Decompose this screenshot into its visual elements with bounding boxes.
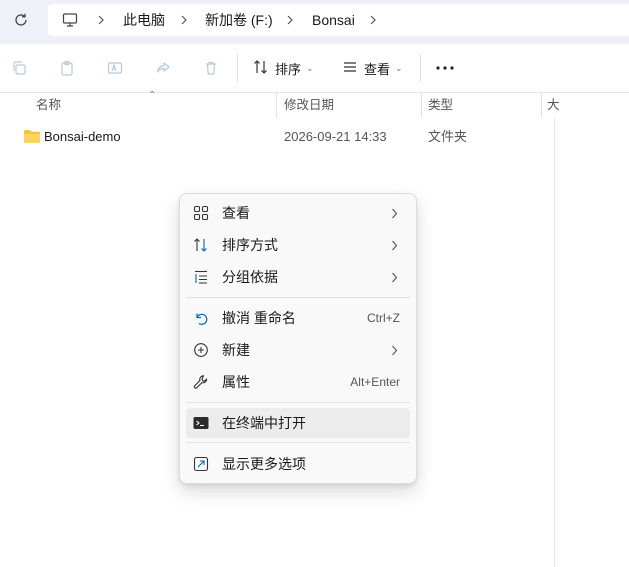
chevron-right-icon — [388, 238, 400, 252]
chevron-down-icon: ⌄ — [306, 62, 314, 73]
column-header-modified[interactable]: 修改日期 — [284, 92, 334, 118]
file-modified: 2026-09-21 14:33 — [284, 129, 387, 144]
terminal-icon — [192, 414, 210, 432]
grid-view-icon — [192, 204, 210, 222]
chevron-right-icon — [388, 270, 400, 284]
breadcrumb-this-pc[interactable]: 此电脑 — [123, 4, 165, 36]
copy-icon[interactable] — [9, 58, 29, 78]
menu-separator — [186, 297, 410, 298]
menu-item-label: 新建 — [222, 342, 250, 358]
wrench-icon — [192, 373, 210, 391]
chevron-right-icon — [388, 206, 400, 220]
folder-icon — [23, 129, 41, 149]
file-type: 文件夹 — [428, 129, 468, 144]
sort-ascending-icon: ⌃ — [148, 90, 157, 101]
address-bar[interactable]: 此电脑 新加卷 (F:) Bonsai — [48, 4, 629, 36]
column-divider[interactable] — [276, 92, 277, 118]
column-divider-line — [554, 118, 555, 567]
address-bar-area: 此电脑 新加卷 (F:) Bonsai — [0, 0, 629, 44]
command-bar: 排序 ⌄ 查看 ⌄ — [0, 44, 629, 93]
breadcrumb-volume-f[interactable]: 新加卷 (F:) — [205, 4, 273, 36]
group-icon — [192, 268, 210, 286]
menu-item-group-by[interactable]: 分组依据 — [186, 262, 410, 292]
delete-icon[interactable] — [201, 58, 221, 78]
menu-separator — [186, 442, 410, 443]
menu-separator — [186, 402, 410, 403]
file-name[interactable]: Bonsai-demo — [44, 126, 121, 148]
rename-icon[interactable] — [105, 58, 125, 78]
menu-item-label: 在终端中打开 — [222, 415, 306, 431]
menu-item-properties[interactable]: 属性 Alt+Enter — [186, 367, 410, 397]
breadcrumb-bonsai[interactable]: Bonsai — [312, 4, 355, 36]
context-menu: 查看 排序方式 分组依据 撤消 重命名 Ctrl+Z 新建 属性 Alt+Ent… — [179, 193, 417, 484]
menu-item-undo-rename[interactable]: 撤消 重命名 Ctrl+Z — [186, 303, 410, 333]
shortcut-text: Ctrl+Z — [367, 311, 400, 325]
sort-icon — [253, 59, 269, 78]
menu-item-label: 分组依据 — [222, 269, 278, 285]
chevron-down-icon: ⌄ — [395, 62, 403, 73]
list-view-icon — [342, 59, 358, 78]
toolbar-divider — [420, 54, 421, 82]
refresh-icon[interactable] — [10, 9, 32, 31]
column-header-size[interactable]: 大 — [547, 92, 560, 118]
column-header-type[interactable]: 类型 — [428, 92, 453, 118]
new-icon — [192, 341, 210, 359]
menu-item-new[interactable]: 新建 — [186, 335, 410, 365]
shortcut-text: Alt+Enter — [350, 375, 400, 389]
menu-item-label: 属性 — [222, 374, 250, 390]
menu-item-label: 查看 — [222, 205, 250, 221]
sort-icon — [192, 236, 210, 254]
menu-item-label: 撤消 重命名 — [222, 310, 296, 326]
toolbar-divider — [237, 54, 238, 82]
more-options-icon[interactable] — [433, 58, 457, 78]
menu-item-show-more-options[interactable]: 显示更多选项 — [186, 449, 410, 479]
chevron-right-icon[interactable] — [283, 13, 297, 27]
sort-button[interactable]: 排序 ⌄ — [253, 55, 314, 81]
menu-item-label: 排序方式 — [222, 237, 278, 253]
this-pc-icon[interactable] — [62, 12, 78, 28]
column-header-row: ⌃ 名称 修改日期 类型 大 — [0, 90, 629, 118]
view-label: 查看 — [364, 61, 391, 77]
sort-label: 排序 — [275, 61, 302, 77]
menu-item-label: 显示更多选项 — [222, 456, 306, 472]
undo-icon — [192, 309, 210, 327]
show-more-icon — [192, 455, 210, 473]
chevron-right-icon — [388, 343, 400, 357]
share-icon[interactable] — [153, 58, 173, 78]
paste-icon[interactable] — [57, 58, 77, 78]
file-list-row[interactable]: Bonsai-demo 2026-09-21 14:33 文件夹 — [0, 126, 555, 148]
menu-item-open-in-terminal[interactable]: 在终端中打开 — [186, 408, 410, 438]
column-divider[interactable] — [421, 92, 422, 118]
menu-item-view[interactable]: 查看 — [186, 198, 410, 228]
chevron-right-icon[interactable] — [177, 13, 191, 27]
chevron-right-icon[interactable] — [94, 13, 108, 27]
column-divider[interactable] — [541, 92, 542, 118]
column-header-name[interactable]: 名称 — [36, 92, 61, 118]
view-button[interactable]: 查看 ⌄ — [342, 55, 403, 81]
menu-item-sort-by[interactable]: 排序方式 — [186, 230, 410, 260]
chevron-right-icon[interactable] — [366, 13, 380, 27]
